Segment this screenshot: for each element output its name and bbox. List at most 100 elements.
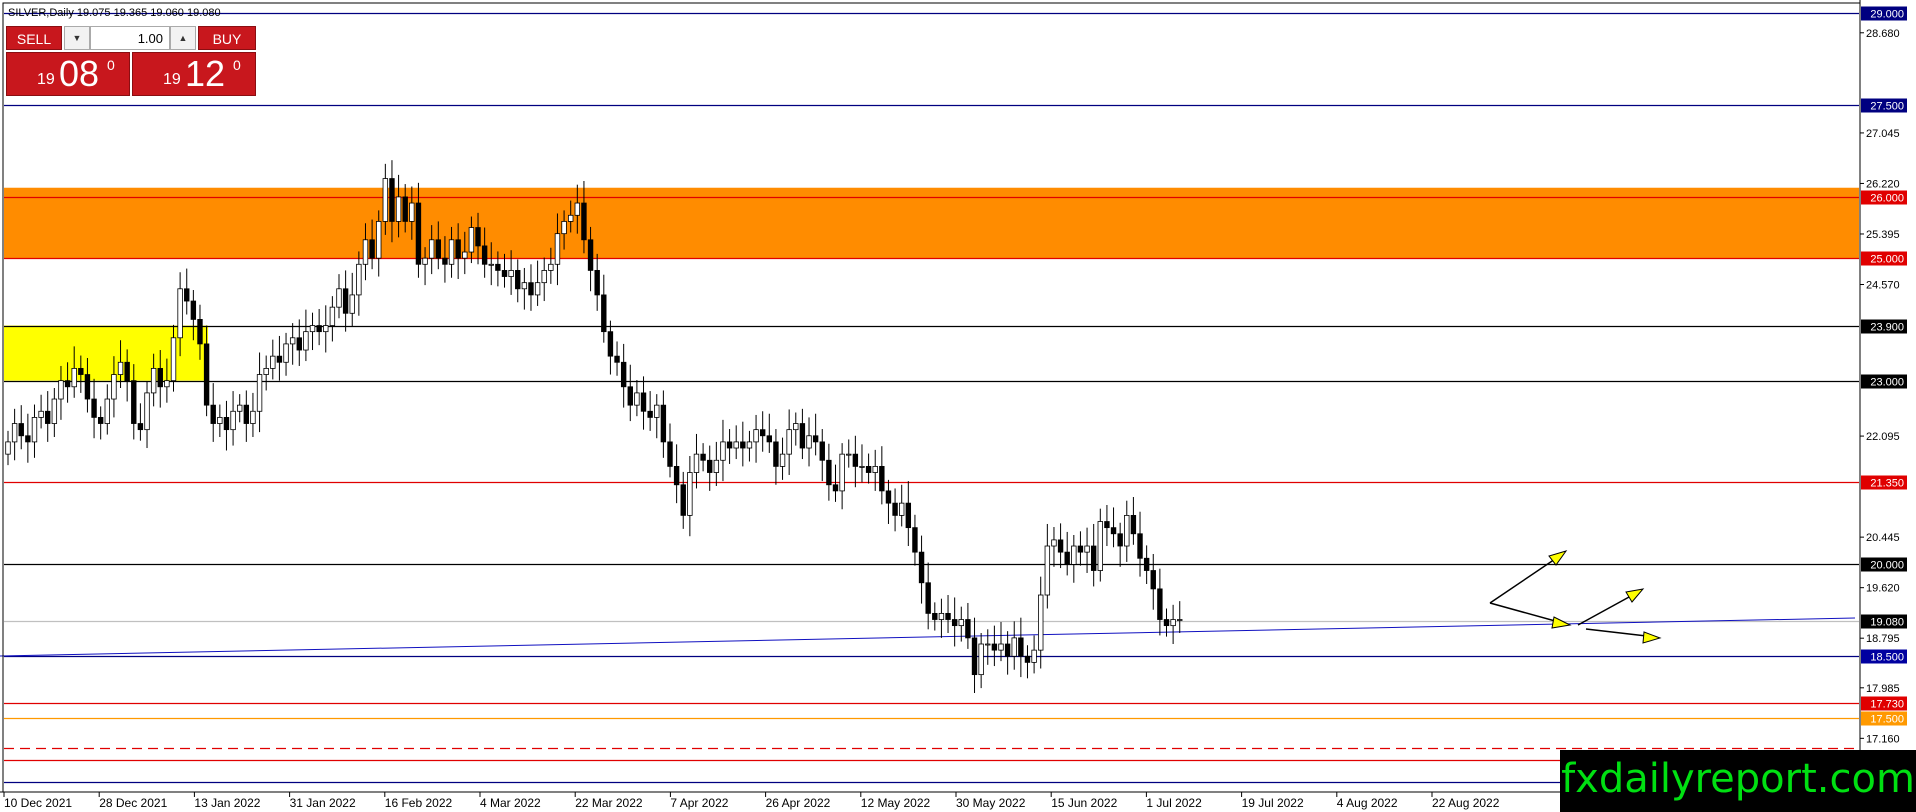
bull-candle	[230, 410, 236, 431]
bull-candle	[554, 233, 561, 265]
bear-candle	[1137, 533, 1143, 559]
bull-candle	[872, 466, 878, 473]
bear-candle	[885, 490, 892, 504]
ascending-trendline	[0, 617, 1856, 657]
bear-candle	[296, 337, 302, 351]
bear-candle	[1024, 655, 1031, 663]
bear-candle	[197, 319, 203, 345]
bear-candle	[501, 270, 508, 277]
bull-candle	[468, 227, 475, 253]
lot-size-input[interactable]	[90, 26, 170, 50]
x-tick-label: 10 Dec 2021	[4, 796, 72, 810]
sell-price-button[interactable]: 19 08 0	[6, 52, 130, 96]
bear-candle	[131, 380, 137, 424]
bear-candle	[78, 368, 84, 375]
bear-candle	[124, 361, 130, 382]
bear-candle	[515, 270, 521, 290]
buy-price-button[interactable]: 19 12 0	[132, 52, 256, 96]
bull-candle	[693, 453, 700, 473]
y-tick-label: 18.795	[1866, 633, 1900, 645]
bear-candle	[832, 484, 839, 492]
bear-candle	[243, 404, 250, 424]
bear-candle	[97, 417, 104, 424]
bear-candle	[1077, 545, 1084, 553]
price-chart[interactable]: 28.680 27.045 26.220 25.395 24.570 22.095 20.4…	[0, 0, 1916, 812]
bear-candle	[1157, 588, 1163, 620]
bear-candle	[84, 374, 91, 400]
bull-candle	[395, 196, 402, 222]
bull-candle	[263, 368, 269, 375]
site-watermark: fxdailyreport.com	[1560, 750, 1916, 812]
bull-candle	[323, 325, 329, 333]
bull-candle	[753, 429, 759, 443]
level-label: 23.900	[1870, 322, 1904, 334]
bull-candle	[256, 374, 263, 412]
bull-candle	[1031, 649, 1037, 663]
bear-candle	[316, 325, 322, 333]
bull-candle	[376, 221, 382, 259]
bull-candle	[51, 398, 58, 424]
bear-candle	[18, 423, 24, 437]
bear-candle	[740, 441, 746, 449]
bear-candle	[64, 380, 71, 388]
x-tick-label: 30 May 2022	[956, 796, 1026, 810]
bear-candle	[481, 245, 488, 265]
bear-candle	[475, 227, 481, 247]
bull-candle	[687, 472, 693, 516]
buy-button[interactable]: BUY	[198, 26, 256, 50]
bull-candle	[164, 380, 170, 388]
lot-increase-button[interactable]: ▲	[170, 26, 196, 50]
level-label: 18.500	[1870, 652, 1904, 664]
bull-candle	[289, 337, 296, 345]
bull-candle	[978, 643, 984, 676]
level-label: 25.000	[1870, 254, 1904, 266]
x-tick-label: 26 Apr 2022	[766, 796, 831, 810]
bear-candle	[455, 239, 461, 259]
bear-candle	[601, 294, 607, 333]
bear-candle	[389, 178, 395, 222]
chevron-up-icon: ▲	[178, 33, 188, 43]
bear-candle	[660, 404, 667, 443]
bull-candle	[177, 288, 183, 339]
bull-candle	[899, 502, 905, 516]
bull-candle	[541, 270, 547, 284]
lot-decrease-button[interactable]: ▼	[64, 26, 90, 50]
bull-candle	[806, 435, 812, 449]
y-tick-label: 22.095	[1866, 431, 1900, 443]
bear-candle	[766, 435, 772, 443]
bear-candle	[640, 392, 647, 412]
bear-candle	[25, 435, 31, 443]
y-tick-label: 24.570	[1866, 280, 1900, 292]
buy-price-main: 12	[185, 53, 226, 94]
bear-candle	[581, 202, 587, 241]
bull-candle	[362, 239, 369, 265]
bull-candle	[58, 380, 64, 400]
bear-candle	[892, 502, 898, 516]
arrow-up-2-head	[1625, 588, 1645, 603]
bull-candle	[1177, 619, 1183, 621]
bear-candle	[799, 423, 806, 449]
bull-candle	[1038, 594, 1044, 651]
bull-candle	[1124, 514, 1130, 547]
bull-candle	[117, 361, 124, 375]
y-tick-label: 25.395	[1866, 229, 1900, 241]
bear-candle	[614, 355, 620, 363]
bear-candle	[442, 257, 448, 265]
sell-button[interactable]: SELL	[6, 26, 62, 50]
bull-candle	[846, 453, 852, 456]
bear-candle	[1064, 551, 1070, 565]
y-tick-label: 27.045	[1866, 128, 1900, 140]
bull-candle	[720, 441, 726, 461]
bull-candle	[985, 643, 991, 646]
bear-candle	[137, 423, 144, 431]
x-tick-label: 28 Dec 2021	[99, 796, 167, 810]
bull-candle	[236, 404, 243, 412]
bull-candle	[938, 612, 945, 620]
price-axis: 28.680 27.045 26.220 25.395 24.570 22.095 20.4…	[1859, 0, 1907, 792]
x-tick-label: 4 Mar 2022	[480, 796, 541, 810]
bull-candle	[1051, 539, 1057, 547]
bear-candle	[1110, 527, 1117, 535]
bull-candle	[336, 288, 342, 308]
bear-candle	[627, 386, 633, 406]
bear-candle	[707, 459, 713, 473]
